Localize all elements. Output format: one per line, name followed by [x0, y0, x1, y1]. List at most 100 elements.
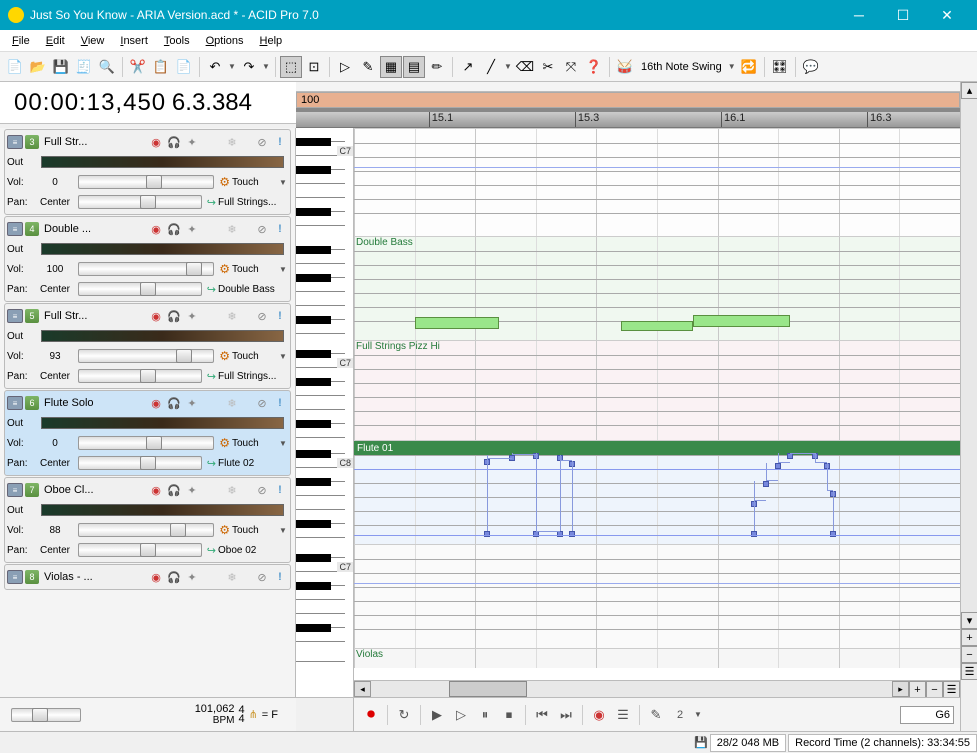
menu-view[interactable]: View: [73, 33, 113, 49]
midi-clip[interactable]: [415, 317, 500, 329]
input-monitor-icon[interactable]: 🎧: [166, 221, 182, 237]
track-header[interactable]: ≡ 6 Flute Solo ◉ 🎧 ✦ ❄ ⊘ ! Out Vol: 0 ⚙ …: [4, 390, 291, 476]
track-name[interactable]: Violas - ...: [41, 571, 146, 583]
snap-offset-button[interactable]: ⊡: [303, 56, 325, 78]
solo-icon[interactable]: !: [272, 395, 288, 411]
record-arm-icon[interactable]: ◉: [148, 134, 164, 150]
timeline-lane[interactable]: Flute 01: [354, 440, 960, 544]
master-slider[interactable]: [11, 708, 81, 722]
open-button[interactable]: 📂: [27, 56, 49, 78]
crossfade-tool[interactable]: ⤧: [560, 56, 582, 78]
input-monitor-icon[interactable]: 🎧: [166, 308, 182, 324]
record-button[interactable]: ⏺: [360, 704, 382, 726]
solo-icon[interactable]: !: [272, 221, 288, 237]
clip-header[interactable]: Flute 01: [354, 441, 960, 455]
tempo-strip[interactable]: 100: [296, 92, 960, 108]
mixer-button[interactable]: 🎛: [769, 56, 791, 78]
edit-tool-button[interactable]: ✎: [645, 704, 667, 726]
bus-icon[interactable]: ↪: [207, 283, 216, 296]
save-button[interactable]: 💾: [50, 56, 72, 78]
track-name[interactable]: Flute Solo: [41, 397, 146, 409]
solo-icon[interactable]: !: [272, 569, 288, 585]
menu-options[interactable]: Options: [198, 33, 252, 49]
automation-dropdown[interactable]: ▼: [278, 439, 288, 448]
envelope-tool[interactable]: ↗: [457, 56, 479, 78]
vol-slider[interactable]: [78, 523, 214, 537]
zoom-out-h[interactable]: −: [926, 681, 943, 698]
automation-dropdown[interactable]: ▼: [278, 352, 288, 361]
marker-list-button[interactable]: ☰: [612, 704, 634, 726]
track-header[interactable]: ≡ 7 Oboe Cl... ◉ 🎧 ✦ ❄ ⊘ ! Out Vol: 88 ⚙…: [4, 477, 291, 563]
mute-icon[interactable]: ⊘: [254, 395, 270, 411]
track-header[interactable]: ≡ 8 Violas - ... ◉ 🎧 ✦ ❄ ⊘ !: [4, 564, 291, 590]
undo-dropdown[interactable]: ▼: [227, 62, 237, 71]
solo-icon[interactable]: !: [272, 482, 288, 498]
select-tool[interactable]: ▷: [334, 56, 356, 78]
snap-value[interactable]: 2: [669, 704, 691, 726]
erase-tool[interactable]: ▤: [403, 56, 425, 78]
fx-icon[interactable]: ✦: [184, 221, 200, 237]
bus-icon[interactable]: ↪: [207, 544, 216, 557]
copy-button[interactable]: 📋: [150, 56, 172, 78]
loop-button[interactable]: 🔁: [738, 56, 760, 78]
input-monitor-icon[interactable]: 🎧: [166, 395, 182, 411]
timeline-lane[interactable]: Full Strings Pizz Hi: [354, 340, 960, 440]
timeline-ruler[interactable]: 15.1 15.3 16.1 16.3: [296, 112, 960, 128]
pan-slider[interactable]: [78, 456, 202, 470]
automation-mode[interactable]: Touch: [232, 525, 276, 536]
snap-dropdown[interactable]: ▼: [693, 710, 703, 719]
vscroll-up[interactable]: ▴: [961, 82, 977, 99]
pan-slider[interactable]: [78, 195, 202, 209]
track-name[interactable]: Oboe Cl...: [41, 484, 146, 496]
input-monitor-icon[interactable]: 🎧: [166, 134, 182, 150]
freeze-icon[interactable]: ❄: [224, 482, 240, 498]
automation-mode[interactable]: Touch: [232, 264, 276, 275]
timeline-lane[interactable]: [354, 128, 960, 236]
redo-dropdown[interactable]: ▼: [261, 62, 271, 71]
gear-icon[interactable]: ⚙: [219, 262, 230, 276]
vol-slider[interactable]: [78, 436, 214, 450]
pan-slider[interactable]: [78, 369, 202, 383]
track-name[interactable]: Double ...: [41, 223, 146, 235]
automation-mode[interactable]: Touch: [232, 351, 276, 362]
menu-file[interactable]: File: [4, 33, 38, 49]
find-button[interactable]: 🔍: [96, 56, 118, 78]
automation-dropdown[interactable]: ▼: [278, 265, 288, 274]
what-tool[interactable]: ❓: [583, 56, 605, 78]
scroll-left[interactable]: ◂: [354, 681, 371, 697]
loop-playback-button[interactable]: ↻: [393, 704, 415, 726]
tuning-fork-icon[interactable]: ⋔: [249, 708, 258, 721]
record-arm-icon[interactable]: ◉: [148, 395, 164, 411]
gear-icon[interactable]: ⚙: [219, 175, 230, 189]
scroll-right[interactable]: ▸: [892, 681, 909, 697]
draw-tool[interactable]: ✎: [357, 56, 379, 78]
undo-button[interactable]: ↶: [204, 56, 226, 78]
time-signature[interactable]: 44: [238, 706, 244, 724]
track-header[interactable]: ≡ 5 Full Str... ◉ 🎧 ✦ ❄ ⊘ ! Out Vol: 93 …: [4, 303, 291, 389]
midi-clip[interactable]: [621, 321, 694, 331]
bus-name[interactable]: Double Bass: [218, 284, 288, 295]
fx-icon[interactable]: ✦: [184, 395, 200, 411]
play-button[interactable]: ▷: [450, 704, 472, 726]
bus-icon[interactable]: ↪: [207, 457, 216, 470]
help-icon[interactable]: 💬: [800, 56, 822, 78]
gear-icon[interactable]: ⚙: [219, 523, 230, 537]
zoom-out-v[interactable]: −: [961, 646, 977, 663]
vscroll-down[interactable]: ▾: [961, 612, 977, 629]
menu-edit[interactable]: Edit: [38, 33, 73, 49]
fx-icon[interactable]: ✦: [184, 569, 200, 585]
pan-slider[interactable]: [78, 543, 202, 557]
fx-icon[interactable]: ✦: [184, 482, 200, 498]
pan-slider[interactable]: [78, 282, 202, 296]
track-name[interactable]: Full Str...: [41, 136, 146, 148]
bus-name[interactable]: Flute 02: [218, 458, 288, 469]
vol-slider[interactable]: [78, 175, 214, 189]
timeline-lane[interactable]: Double Bass: [354, 236, 960, 340]
properties-button[interactable]: 🧾: [73, 56, 95, 78]
envelope-point[interactable]: [830, 531, 836, 537]
freeze-icon[interactable]: ❄: [224, 221, 240, 237]
input-monitor-icon[interactable]: 🎧: [166, 569, 182, 585]
mute-icon[interactable]: ⊘: [254, 482, 270, 498]
solo-icon[interactable]: !: [272, 308, 288, 324]
go-end-button[interactable]: ⏭: [555, 704, 577, 726]
